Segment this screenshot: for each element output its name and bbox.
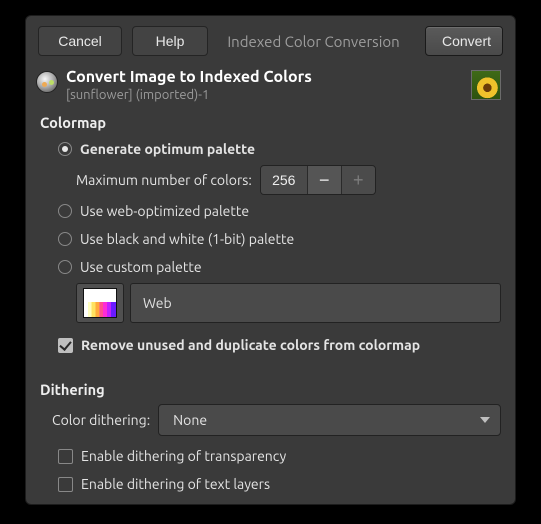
color-dithering-label: Color dithering: bbox=[52, 412, 150, 428]
radio-web-optimized[interactable]: Use web-optimized palette bbox=[40, 199, 501, 223]
radio-black-white[interactable]: Use black and white (1-bit) palette bbox=[40, 227, 501, 251]
spin-decrement-button[interactable]: − bbox=[307, 166, 341, 194]
image-thumbnail bbox=[471, 70, 501, 100]
radio-generate-optimum[interactable]: Generate optimum palette bbox=[40, 137, 501, 161]
convert-button[interactable]: Convert bbox=[425, 26, 503, 56]
colormap-section-title: Colormap bbox=[40, 114, 501, 131]
custom-palette-row: Web bbox=[40, 283, 501, 323]
palette-name-field[interactable]: Web bbox=[130, 283, 501, 323]
checkbox-label: Enable dithering of transparency bbox=[81, 448, 286, 464]
cancel-button[interactable]: Cancel bbox=[38, 26, 122, 56]
checkbox-label: Remove unused and duplicate colors from … bbox=[81, 337, 420, 353]
radio-label: Use web-optimized palette bbox=[80, 203, 249, 219]
remove-duplicates-checkbox[interactable]: Remove unused and duplicate colors from … bbox=[40, 333, 501, 357]
help-button[interactable]: Help bbox=[132, 26, 208, 56]
spin-increment-button[interactable]: + bbox=[341, 166, 375, 194]
radio-icon bbox=[58, 204, 72, 218]
checkbox-icon bbox=[58, 449, 73, 464]
colormap-section: Colormap Generate optimum palette Maximu… bbox=[26, 104, 515, 361]
indexed-color-conversion-dialog: Cancel Help Indexed Color Conversion Con… bbox=[25, 15, 516, 505]
dithering-section-title: Dithering bbox=[40, 381, 501, 398]
subheader-text: Convert Image to Indexed Colors [sunflow… bbox=[66, 68, 463, 102]
max-colors-spinner: − + bbox=[260, 165, 376, 195]
checkbox-label: Enable dithering of text layers bbox=[81, 476, 270, 492]
color-dithering-row: Color dithering: None bbox=[40, 404, 501, 436]
enable-transparency-dithering-checkbox[interactable]: Enable dithering of transparency bbox=[40, 444, 501, 468]
subheader-title: Convert Image to Indexed Colors bbox=[66, 68, 463, 87]
checkbox-icon bbox=[58, 338, 73, 353]
subheader-filename: [sunflower] (imported)-1 bbox=[66, 88, 463, 102]
radio-icon bbox=[58, 232, 72, 246]
chevron-down-icon bbox=[480, 417, 490, 423]
palette-swatch-button[interactable] bbox=[76, 283, 124, 323]
max-colors-row: Maximum number of colors: − + bbox=[40, 165, 501, 195]
checkbox-icon bbox=[58, 477, 73, 492]
max-colors-input[interactable] bbox=[261, 166, 307, 194]
color-dithering-select[interactable]: None bbox=[158, 404, 501, 436]
radio-custom-palette[interactable]: Use custom palette bbox=[40, 255, 501, 279]
dialog-header: Cancel Help Indexed Color Conversion Con… bbox=[26, 16, 515, 64]
palette-name-value: Web bbox=[143, 295, 172, 311]
max-colors-label: Maximum number of colors: bbox=[76, 172, 252, 188]
enable-text-dithering-checkbox[interactable]: Enable dithering of text layers bbox=[40, 472, 501, 496]
dialog-title: Indexed Color Conversion bbox=[218, 33, 415, 50]
dithering-section: Dithering Color dithering: None Enable d… bbox=[26, 371, 515, 500]
palette-tool-icon bbox=[36, 71, 58, 93]
palette-swatch-preview bbox=[83, 288, 117, 318]
dialog-subheader: Convert Image to Indexed Colors [sunflow… bbox=[26, 64, 515, 104]
radio-label: Use custom palette bbox=[80, 259, 202, 275]
radio-icon bbox=[58, 260, 72, 274]
radio-label: Generate optimum palette bbox=[80, 141, 255, 157]
radio-label: Use black and white (1-bit) palette bbox=[80, 231, 294, 247]
color-dithering-value: None bbox=[173, 412, 207, 428]
radio-icon bbox=[58, 142, 72, 156]
